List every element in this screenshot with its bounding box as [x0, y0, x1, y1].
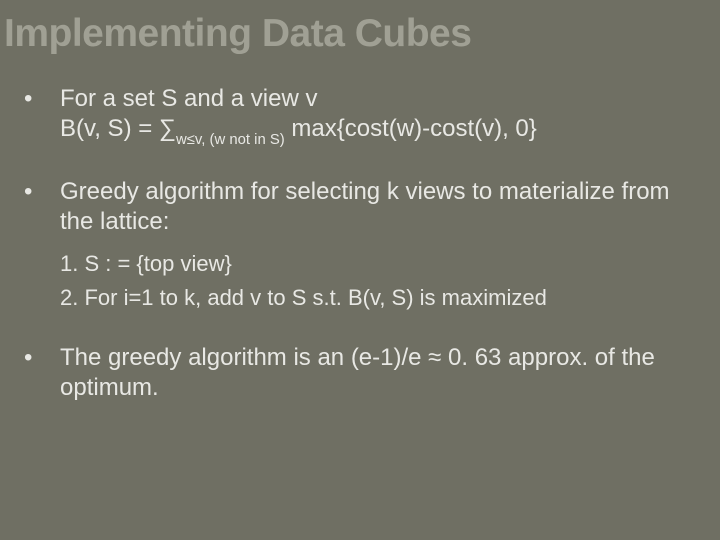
bullet-1-line1: For a set S and a view v — [60, 85, 317, 112]
bullet-list: For a set S and a view v B(v, S) = ∑w≤v,… — [24, 84, 696, 403]
bullet-1-formula-post: max{cost(w)-cost(v), 0} — [285, 115, 537, 142]
bullet-2-steps: 1. S : = {top view} 2. For i=1 to k, add… — [60, 249, 696, 312]
bullet-3-text: The greedy algorithm is an (e-1)/e ≈ 0. … — [60, 344, 655, 401]
bullet-2-step-2: 2. For i=1 to k, add v to S s.t. B(v, S)… — [60, 283, 696, 313]
bullet-3: The greedy algorithm is an (e-1)/e ≈ 0. … — [24, 343, 696, 403]
bullet-2-text: Greedy algorithm for selecting k views t… — [60, 178, 670, 235]
bullet-1-formula-pre: B(v, S) = ∑ — [60, 115, 176, 142]
bullet-2: Greedy algorithm for selecting k views t… — [24, 177, 696, 312]
bullet-1: For a set S and a view v B(v, S) = ∑w≤v,… — [24, 84, 696, 147]
slide-title: Implementing Data Cubes — [4, 12, 696, 56]
bullet-1-formula-sub: w≤v, (w not in S) — [176, 132, 285, 148]
slide: Implementing Data Cubes For a set S and … — [0, 0, 720, 540]
bullet-2-step-1: 1. S : = {top view} — [60, 249, 696, 279]
